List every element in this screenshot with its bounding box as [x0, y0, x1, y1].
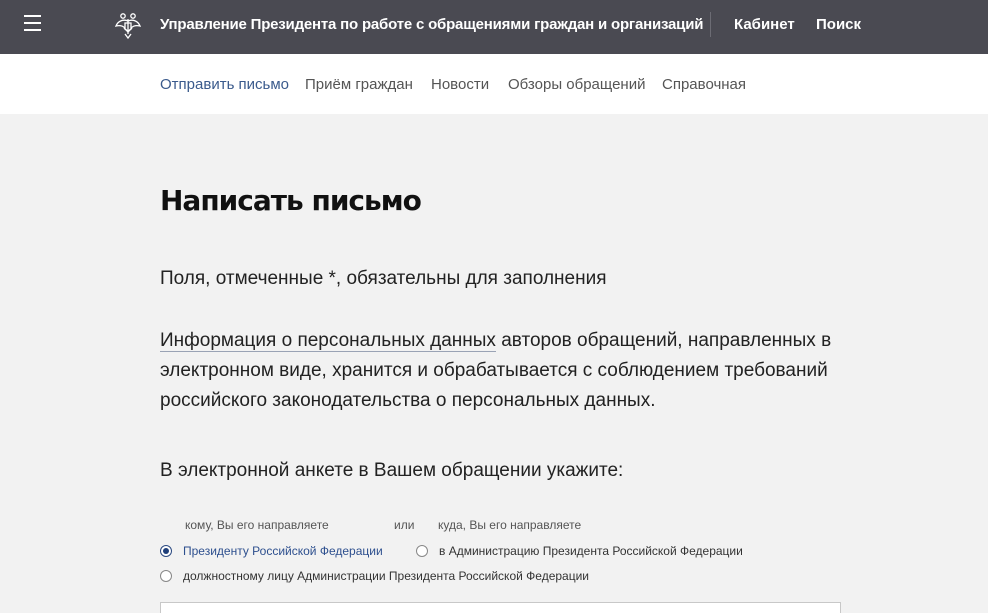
nav-reviews[interactable]: Обзоры обращений: [508, 76, 645, 93]
page-title: Написать письмо: [160, 184, 422, 217]
nav-send-letter[interactable]: Отправить письмо: [160, 76, 289, 93]
form-field-partial[interactable]: [160, 602, 841, 613]
radio-label-official: должностному лицу Администрации Президен…: [183, 569, 589, 583]
hint-whom: кому, Вы его направляете: [185, 518, 329, 532]
nav-news[interactable]: Новости: [431, 76, 489, 93]
nav-reference[interactable]: Справочная: [662, 76, 746, 93]
radio-president[interactable]: [160, 545, 172, 557]
hint-or: или: [394, 518, 415, 532]
section-nav: Отправить письмо Приём граждан Новости О…: [0, 54, 988, 114]
double-headed-eagle-icon[interactable]: [113, 10, 143, 40]
top-header: Управление Президента по работе с обраще…: [0, 0, 988, 54]
search-link[interactable]: Поиск: [816, 16, 861, 33]
cabinet-link[interactable]: Кабинет: [734, 16, 795, 33]
menu-icon[interactable]: [24, 15, 41, 32]
recipient-option-administration[interactable]: в Администрацию Президента Российской Фе…: [416, 544, 743, 558]
header-divider: [710, 12, 711, 37]
instruction-text: В электронной анкете в Вашем обращении у…: [160, 460, 624, 481]
radio-label-administration: в Администрацию Президента Российской Фе…: [439, 544, 743, 558]
privacy-paragraph: Информация о персональных данных авторов…: [160, 326, 850, 416]
hint-where: куда, Вы его направляете: [438, 518, 582, 532]
radio-label-president: Президенту Российской Федерации: [183, 544, 383, 558]
radio-administration[interactable]: [416, 545, 428, 557]
nav-reception[interactable]: Приём граждан: [305, 76, 413, 93]
personal-data-link[interactable]: Информация о персональных данных: [160, 330, 496, 352]
required-fields-note: Поля, отмеченные *, обязательны для запо…: [160, 268, 607, 289]
radio-official[interactable]: [160, 570, 172, 582]
site-title[interactable]: Управление Президента по работе с обраще…: [160, 16, 703, 33]
recipient-option-official[interactable]: должностному лицу Администрации Президен…: [160, 569, 589, 583]
recipient-option-president[interactable]: Президенту Российской Федерации: [160, 544, 383, 558]
